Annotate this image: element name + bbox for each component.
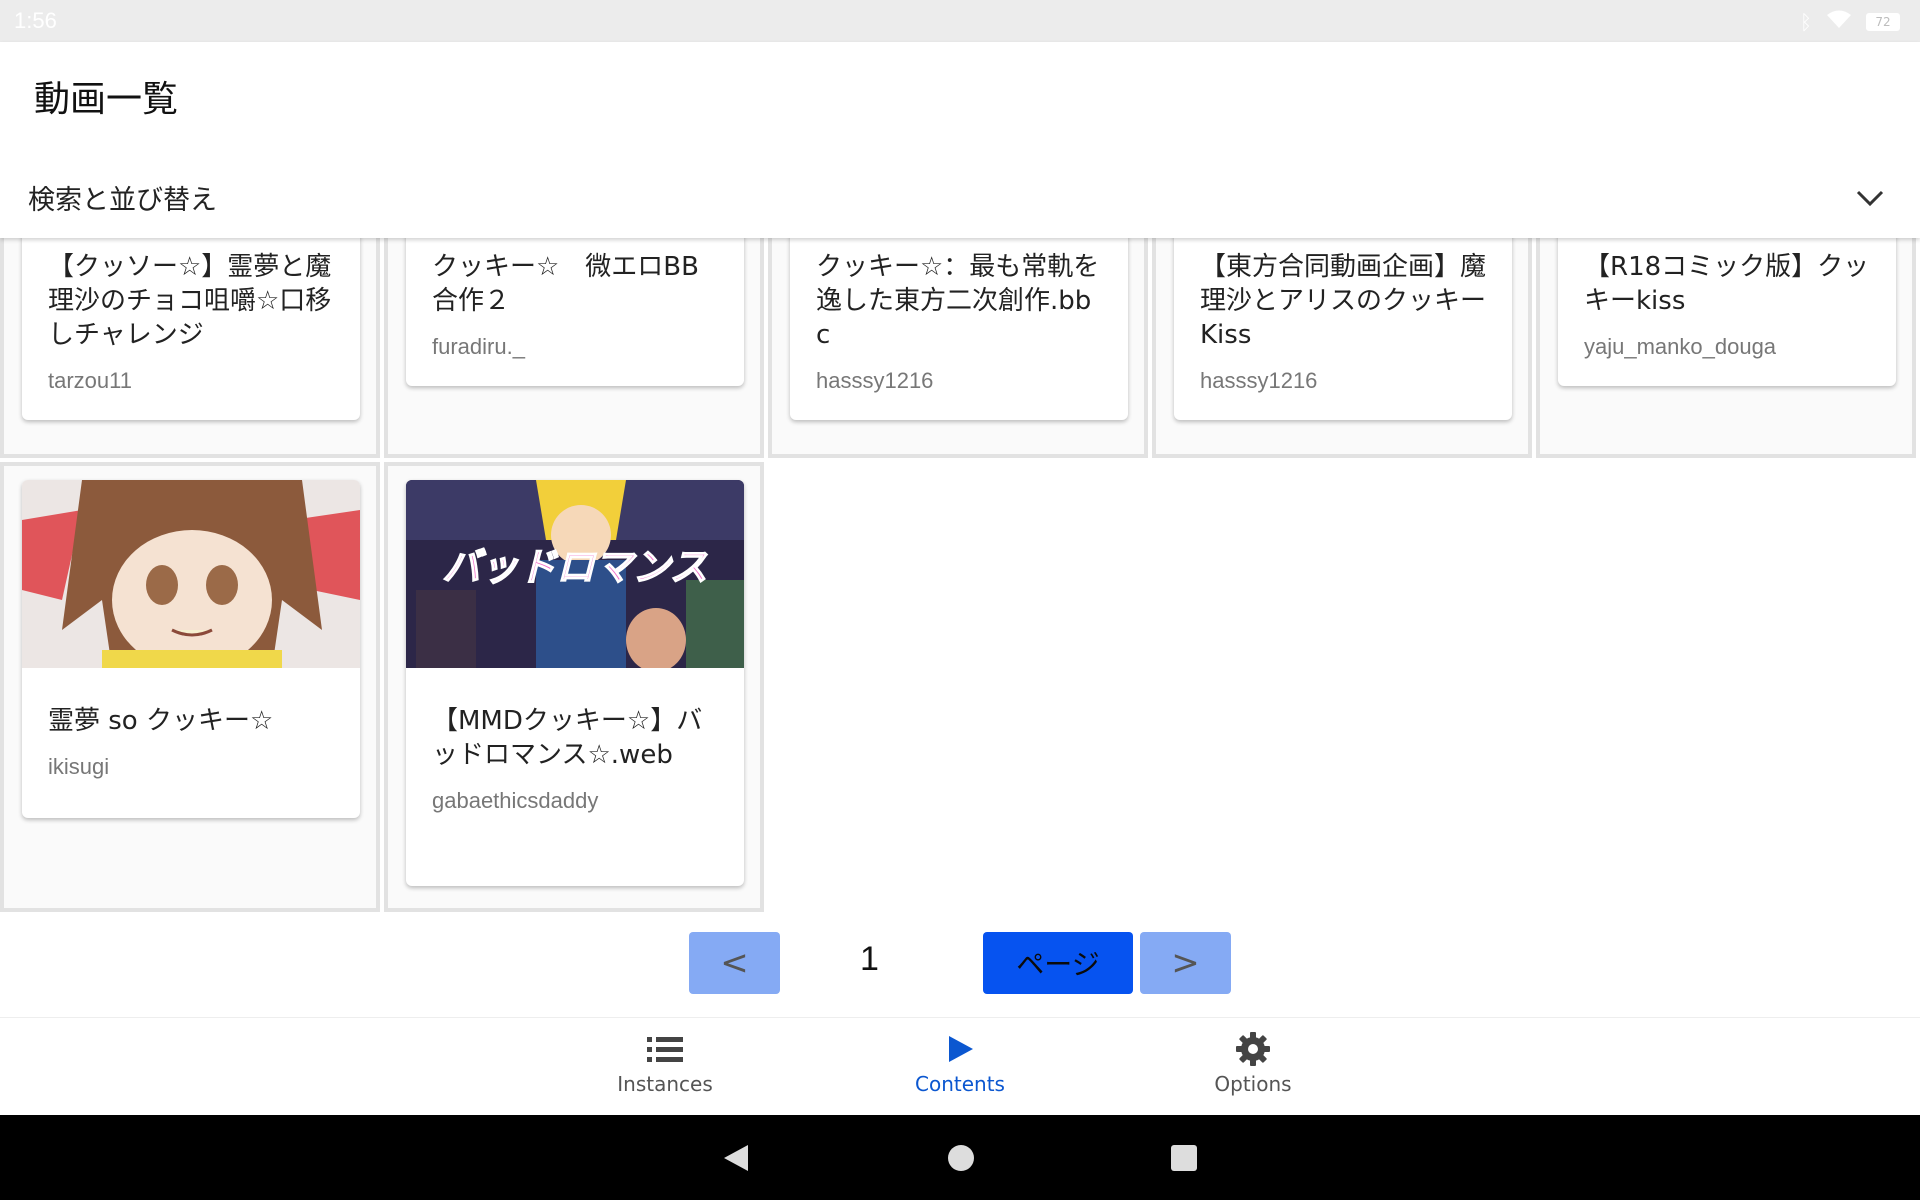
- video-title: 【東方合同動画企画】魔理沙とアリスのクッキーKiss: [1200, 252, 1487, 350]
- video-author: hasssy1216: [816, 368, 934, 393]
- system-navigation-bar: [0, 1115, 1920, 1200]
- chevron-down-icon[interactable]: [1854, 182, 1886, 214]
- status-bar: 1:56 ᛒ 72: [0, 0, 1920, 42]
- nav-options-label: Options: [1214, 1072, 1292, 1096]
- battery-icon: 72: [1866, 12, 1900, 31]
- prev-page-button[interactable]: <: [689, 932, 780, 994]
- list-icon: [585, 1032, 745, 1066]
- video-author: furadiru._: [432, 334, 525, 359]
- nav-contents[interactable]: Contents: [880, 1032, 1040, 1096]
- grid-cell: 霊夢 so クッキー☆ ikisugi: [0, 462, 380, 912]
- video-author: tarzou11: [48, 368, 132, 393]
- wifi-icon: [1826, 9, 1852, 34]
- grid-cell: 【R18コミック版】クッキーkiss yaju_manko_douga: [1536, 238, 1916, 458]
- thumbnail-logo-text: バッドロマンス: [442, 545, 707, 589]
- video-title: クッキー☆：最も常軌を逸した東方二次創作.bbc: [816, 252, 1100, 350]
- video-card[interactable]: 【東方合同動画企画】魔理沙とアリスのクッキーKiss hasssy1216: [1174, 238, 1512, 420]
- video-thumbnail: バッドロマンス: [406, 480, 744, 668]
- pagination-bar: < 1 ページ >: [0, 912, 1920, 1018]
- video-card[interactable]: 霊夢 so クッキー☆ ikisugi: [22, 480, 360, 818]
- grid-cell: 【クッソー☆】霊夢と魔理沙のチョコ咀嚼☆口移しチャレンジ tarzou11: [0, 238, 380, 458]
- home-icon[interactable]: [947, 1143, 975, 1173]
- search-sort-panel[interactable]: 検索と並び替え: [0, 160, 1920, 238]
- video-title: クッキー☆ 微エロBB合作２: [432, 252, 699, 316]
- video-title: 【R18コミック版】クッキーkiss: [1584, 252, 1870, 316]
- next-page-button[interactable]: >: [1140, 932, 1231, 994]
- page-number: 1: [860, 940, 879, 978]
- play-icon: [880, 1032, 1040, 1066]
- grid-cell: バッドロマンス 【MMDクッキー☆】バッドロマンス☆.web gabaethic…: [384, 462, 764, 912]
- video-title: 【クッソー☆】霊夢と魔理沙のチョコ咀嚼☆口移しチャレンジ: [48, 252, 332, 350]
- video-author: ikisugi: [48, 754, 110, 779]
- video-thumbnail: [22, 480, 360, 668]
- grid-cell: 【東方合同動画企画】魔理沙とアリスのクッキーKiss hasssy1216: [1152, 238, 1532, 458]
- grid-cell: クッキー☆：最も常軌を逸した東方二次創作.bbc hasssy1216: [768, 238, 1148, 458]
- video-grid[interactable]: 【クッソー☆】霊夢と魔理沙のチョコ咀嚼☆口移しチャレンジ tarzou11 クッ…: [0, 238, 1920, 912]
- video-card[interactable]: バッドロマンス 【MMDクッキー☆】バッドロマンス☆.web gabaethic…: [406, 480, 744, 886]
- app-header: 動画一覧 検索と並び替え: [0, 42, 1920, 238]
- gear-icon: [1173, 1032, 1333, 1066]
- bottom-navigation: Instances Contents Options: [0, 1018, 1920, 1115]
- nav-options[interactable]: Options: [1173, 1032, 1333, 1096]
- search-sort-label: 検索と並び替え: [28, 185, 217, 216]
- page-button[interactable]: ページ: [983, 932, 1133, 994]
- video-author: hasssy1216: [1200, 368, 1318, 393]
- video-card[interactable]: クッキー☆：最も常軌を逸した東方二次創作.bbc hasssy1216: [790, 238, 1128, 420]
- video-card[interactable]: 【R18コミック版】クッキーkiss yaju_manko_douga: [1558, 238, 1896, 386]
- grid-cell: クッキー☆ 微エロBB合作２ furadiru._: [384, 238, 764, 458]
- nav-instances[interactable]: Instances: [585, 1032, 745, 1096]
- page-title: 動画一覧: [34, 79, 179, 120]
- nav-contents-label: Contents: [915, 1072, 1005, 1096]
- video-card[interactable]: クッキー☆ 微エロBB合作２ furadiru._: [406, 238, 744, 386]
- video-title: 【MMDクッキー☆】バッドロマンス☆.web: [432, 706, 703, 770]
- status-icons: ᛒ 72: [1800, 9, 1900, 34]
- video-author: yaju_manko_douga: [1584, 334, 1777, 359]
- bluetooth-icon: ᛒ: [1800, 9, 1812, 34]
- video-author: gabaethicsdaddy: [432, 788, 599, 813]
- back-icon[interactable]: [722, 1143, 750, 1173]
- recents-icon[interactable]: [1170, 1143, 1198, 1173]
- video-title: 霊夢 so クッキー☆: [48, 706, 274, 736]
- video-card[interactable]: 【クッソー☆】霊夢と魔理沙のチョコ咀嚼☆口移しチャレンジ tarzou11: [22, 238, 360, 420]
- status-time: 1:56: [14, 8, 57, 33]
- nav-instances-label: Instances: [617, 1072, 713, 1096]
